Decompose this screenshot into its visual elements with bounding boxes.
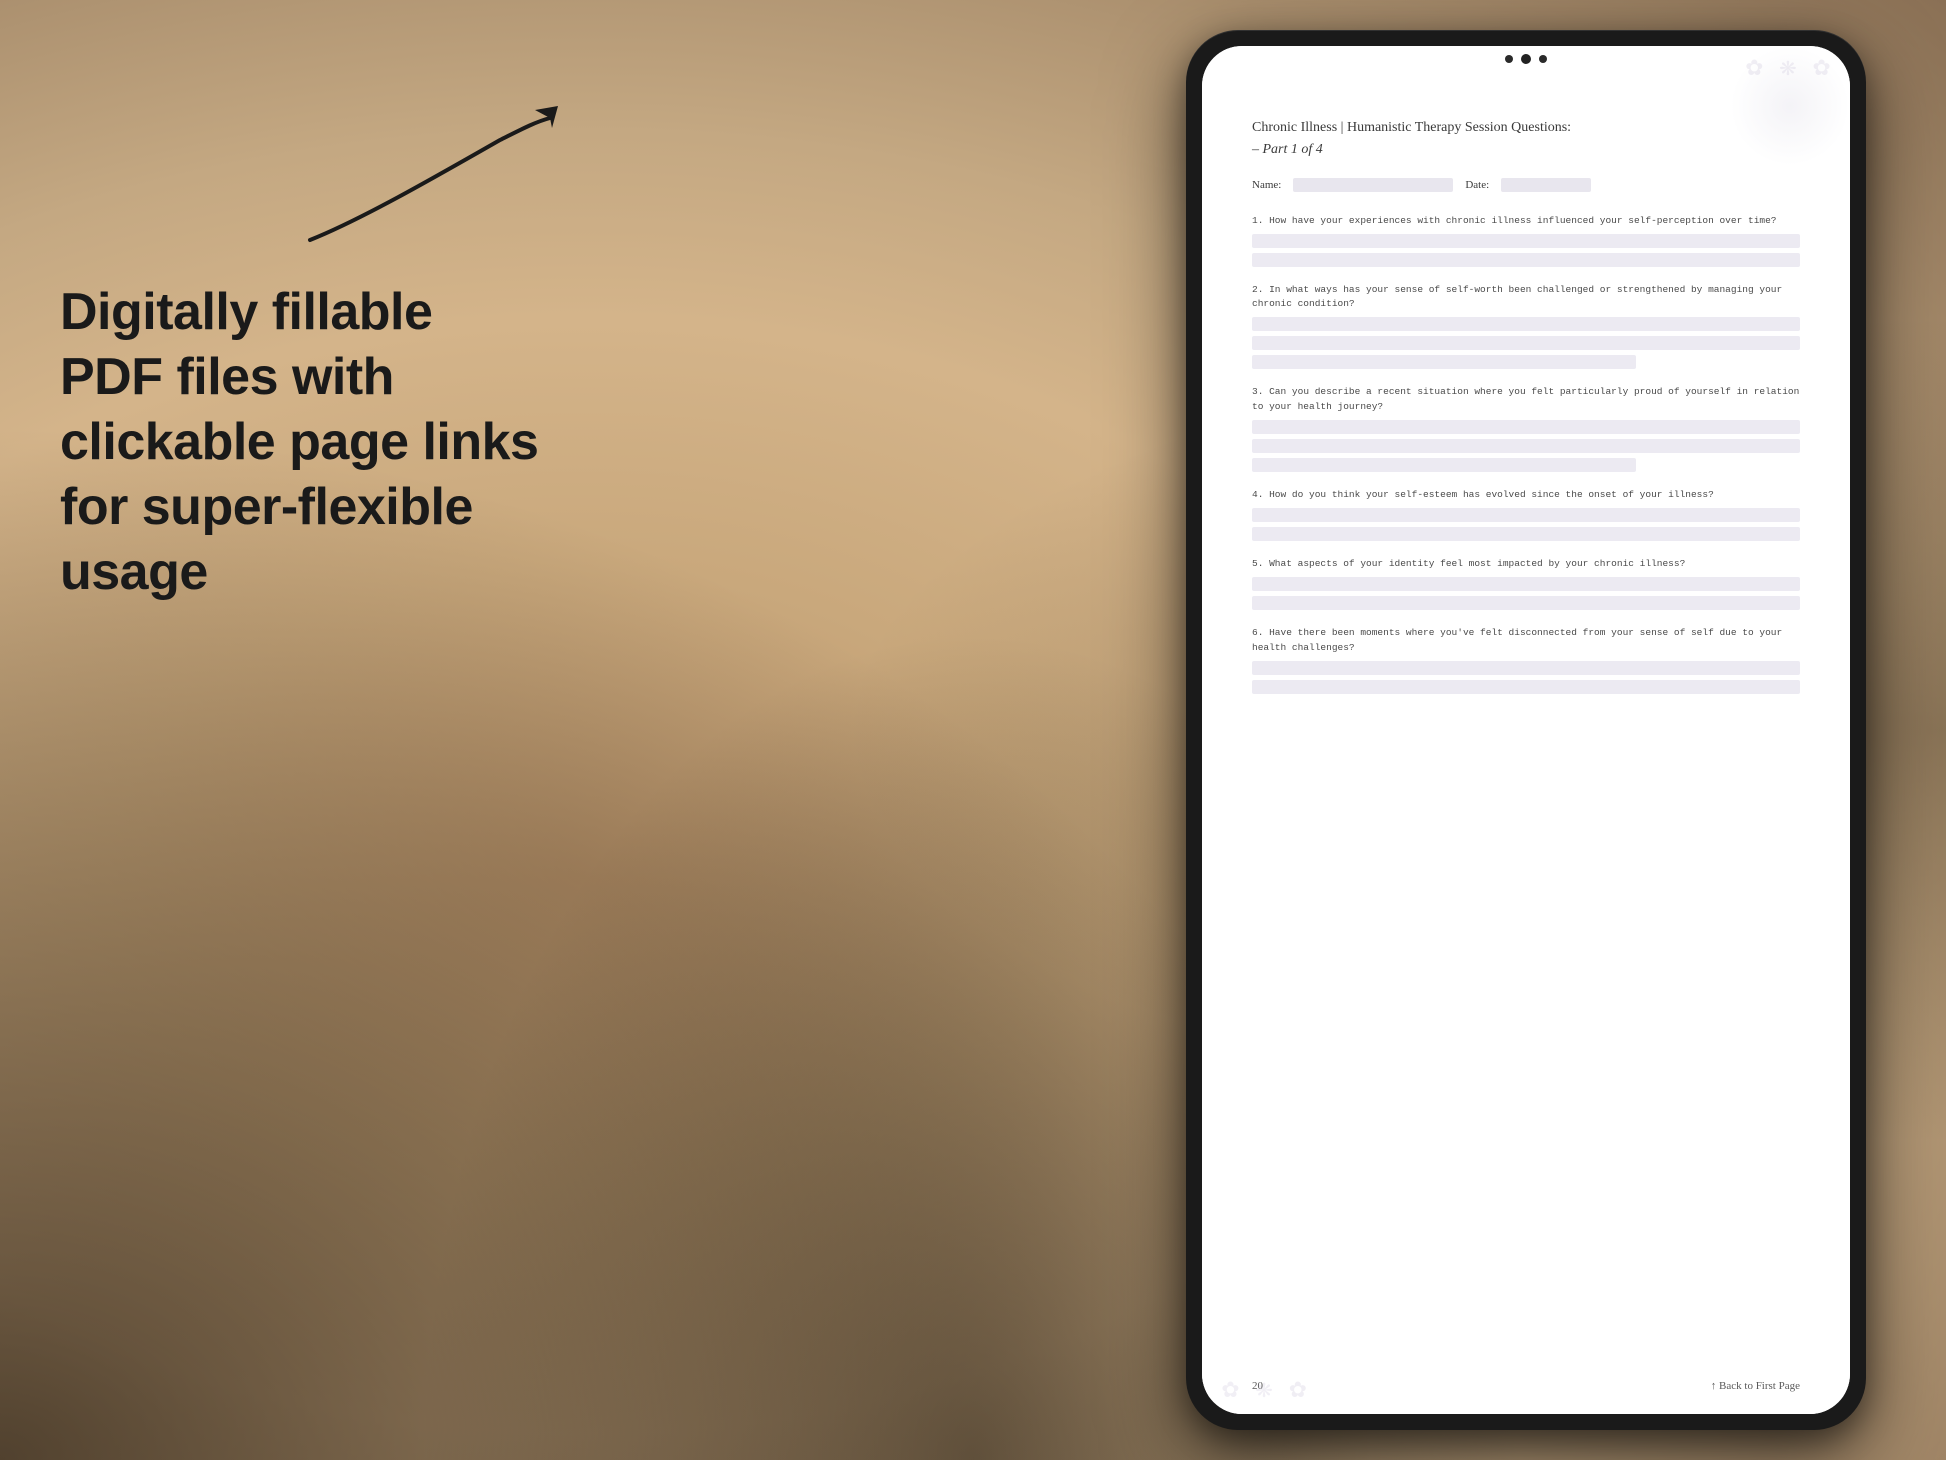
- pdf-document: ✿ ❋ ✿ Chronic Illness | Humanistic Thera…: [1202, 46, 1850, 1414]
- answer-line[interactable]: [1252, 527, 1800, 541]
- pdf-title: Chronic Illness | Humanistic Therapy Ses…: [1252, 118, 1800, 138]
- pdf-fields-row: Name: Date:: [1252, 178, 1800, 192]
- tablet-frame: ✿ ❋ ✿ Chronic Illness | Humanistic Thera…: [1186, 30, 1866, 1430]
- question-6-answer[interactable]: [1252, 661, 1800, 694]
- question-6-text: 6. Have there been moments where you've …: [1252, 626, 1800, 655]
- answer-line[interactable]: [1252, 577, 1800, 591]
- answer-line[interactable]: [1252, 596, 1800, 610]
- question-2: 2. In what ways has your sense of self-w…: [1252, 283, 1800, 370]
- question-4: 4. How do you think your self-esteem has…: [1252, 488, 1800, 541]
- tablet-device: ✿ ❋ ✿ Chronic Illness | Humanistic Thera…: [1186, 30, 1866, 1430]
- left-marketing-text: Digitally fillable PDF files with clicka…: [60, 280, 540, 605]
- name-label: Name:: [1252, 179, 1281, 191]
- question-2-answer[interactable]: [1252, 317, 1800, 369]
- tablet-screen: ✿ ❋ ✿ Chronic Illness | Humanistic Thera…: [1202, 46, 1850, 1414]
- question-3-answer[interactable]: [1252, 420, 1800, 472]
- answer-line[interactable]: [1252, 234, 1800, 248]
- camera-dot-main: [1521, 54, 1531, 64]
- question-5-text: 5. What aspects of your identity feel mo…: [1252, 557, 1800, 571]
- pdf-deco-bottom: ✿ ❋ ✿: [1202, 1364, 1850, 1414]
- arrow-decoration: [280, 100, 580, 260]
- question-4-text: 4. How do you think your self-esteem has…: [1252, 488, 1800, 502]
- question-1: 1. How have your experiences with chroni…: [1252, 214, 1800, 267]
- deco-top-pattern: ✿ ❋ ✿: [1746, 49, 1830, 84]
- name-field[interactable]: [1293, 178, 1453, 192]
- pdf-deco-top: ✿ ❋ ✿: [1202, 46, 1850, 86]
- question-1-answer[interactable]: [1252, 234, 1800, 267]
- question-2-text: 2. In what ways has your sense of self-w…: [1252, 283, 1800, 312]
- question-5: 5. What aspects of your identity feel mo…: [1252, 557, 1800, 610]
- pdf-subtitle: – Part 1 of 4: [1252, 142, 1800, 158]
- marketing-headline: Digitally fillable PDF files with clicka…: [60, 280, 540, 605]
- answer-line[interactable]: [1252, 253, 1800, 267]
- answer-line[interactable]: [1252, 508, 1800, 522]
- answer-line[interactable]: [1252, 680, 1800, 694]
- tablet-camera: [1505, 54, 1547, 64]
- answer-line[interactable]: [1252, 661, 1800, 675]
- answer-line[interactable]: [1252, 336, 1800, 350]
- deco-bottom-pattern: ✿ ❋ ✿: [1222, 1371, 1306, 1406]
- camera-dot-1: [1505, 55, 1513, 63]
- question-3: 3. Can you describe a recent situation w…: [1252, 385, 1800, 472]
- question-1-text: 1. How have your experiences with chroni…: [1252, 214, 1800, 228]
- date-label: Date:: [1465, 179, 1489, 191]
- question-5-answer[interactable]: [1252, 577, 1800, 610]
- answer-line[interactable]: [1252, 420, 1800, 434]
- answer-line[interactable]: [1252, 439, 1800, 453]
- answer-line[interactable]: [1252, 458, 1636, 472]
- answer-line[interactable]: [1252, 317, 1800, 331]
- question-4-answer[interactable]: [1252, 508, 1800, 541]
- question-6: 6. Have there been moments where you've …: [1252, 626, 1800, 694]
- date-field[interactable]: [1501, 178, 1591, 192]
- camera-dot-2: [1539, 55, 1547, 63]
- answer-line[interactable]: [1252, 355, 1636, 369]
- question-3-text: 3. Can you describe a recent situation w…: [1252, 385, 1800, 414]
